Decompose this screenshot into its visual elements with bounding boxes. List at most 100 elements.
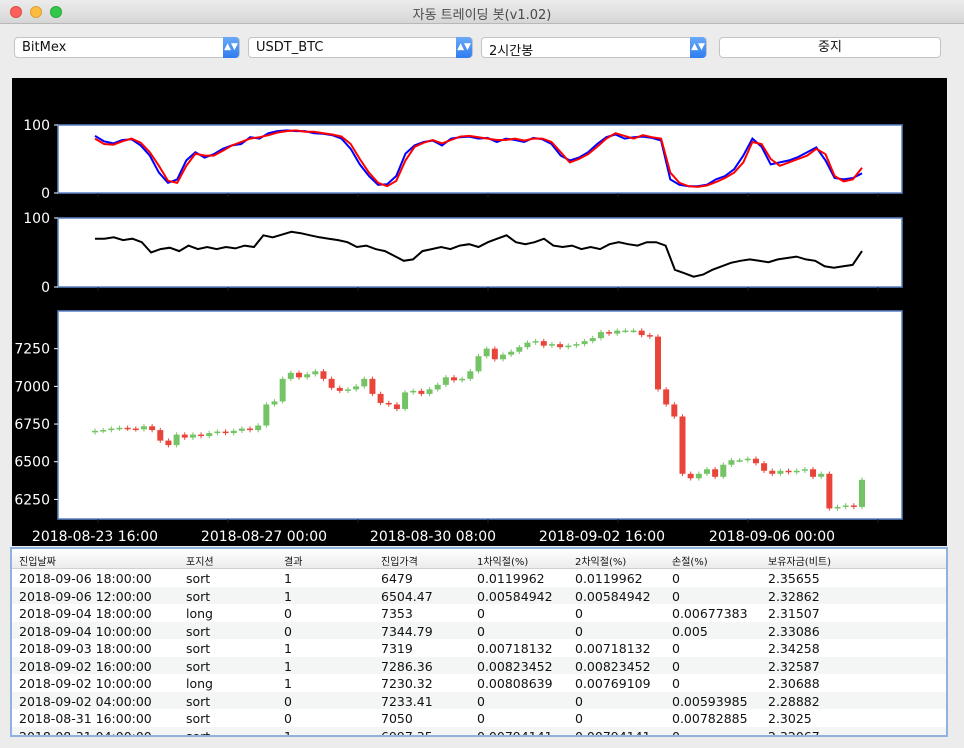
table-cell: 2018-09-06 18:00:00 <box>19 571 152 586</box>
chart-panel <box>57 310 903 520</box>
stop-button[interactable]: 중지 <box>719 37 941 58</box>
candle-body <box>606 332 613 334</box>
candle-body <box>826 473 833 509</box>
table-cell: 7050 <box>381 711 413 726</box>
column-header[interactable]: 진입날짜 <box>19 553 56 568</box>
candle-body <box>850 505 857 507</box>
table-cell: 0.00769109 <box>575 676 651 691</box>
table-cell: 2.32587 <box>768 658 820 674</box>
x-tick-label: 2018-08-23 16:00 <box>32 529 158 545</box>
table-cell: 2.30688 <box>768 676 820 691</box>
table-cell: 0.00718132 <box>477 641 553 656</box>
table-cell: 2018-09-04 18:00:00 <box>19 606 152 621</box>
candle-body <box>181 434 188 438</box>
table-cell: 0 <box>672 658 680 674</box>
column-header[interactable]: 손절(%) <box>672 553 708 568</box>
y-tick-label: 100 <box>23 118 50 134</box>
candle-body <box>769 470 776 474</box>
column-header[interactable]: 진입가격 <box>381 553 418 568</box>
candle-body <box>785 470 792 473</box>
candle-body <box>663 389 670 405</box>
candle-body <box>344 389 351 391</box>
candle-body <box>124 427 131 430</box>
candle-body <box>818 473 825 477</box>
table-cell: 0 <box>284 711 292 726</box>
candle-body <box>467 371 474 379</box>
candle-body <box>720 464 727 477</box>
table-cell: sort <box>186 728 211 737</box>
table-cell: 2.34258 <box>768 641 820 656</box>
pair-select-value: USDT_BTC <box>256 40 324 55</box>
candle-body <box>402 392 409 409</box>
candle-body <box>712 469 719 477</box>
x-tick-label: 2018-08-30 08:00 <box>370 529 496 545</box>
column-header[interactable]: 1차익절(%) <box>477 553 528 568</box>
table-row[interactable]: 2018-09-06 12:00:00 sort 1 6504.47 0.0058494… <box>12 586 946 604</box>
table-cell: 2.32067 <box>768 728 820 737</box>
table-cell: 0.0119962 <box>477 571 545 586</box>
candle-body <box>189 434 196 438</box>
candle-body <box>165 440 172 446</box>
candle-body <box>679 416 686 474</box>
table-row[interactable]: 2018-09-02 16:00:00 sort 1 7286.36 0.0082345… <box>12 656 946 674</box>
table-row[interactable]: 2018-08-31 04:00:00 sort 1 6997.35 0.0079414… <box>12 726 946 737</box>
table-row[interactable]: 2018-09-04 10:00:00 sort 0 7344.79 0 0 0.005 2.… <box>12 621 946 639</box>
table-cell: sort <box>186 641 211 656</box>
column-header[interactable]: 보유자금(비트) <box>768 553 831 568</box>
y-tick-label: 0 <box>41 186 50 202</box>
interval-select-value: 2시간봉 <box>489 44 534 59</box>
candle-body <box>459 378 466 381</box>
y-tick-label: 6250 <box>14 492 50 508</box>
table-row[interactable]: 2018-09-06 18:00:00 sort 1 6479 0.0119962 0.0… <box>12 569 946 587</box>
table-cell: 0 <box>477 693 485 709</box>
table-cell: 0 <box>575 711 583 726</box>
table-cell: 2.28882 <box>768 693 820 709</box>
column-header[interactable]: 포지션 <box>186 553 214 568</box>
candle-body <box>548 344 555 346</box>
candle-body <box>116 427 123 430</box>
table-cell: 6479 <box>381 571 413 586</box>
chart-area: 100 0 100 0 7250 7000 6750 6500 6250 2018-08-23 1… <box>12 78 947 546</box>
interval-select[interactable]: 2시간봉 ▲▼ <box>481 37 707 59</box>
table-cell: 2.31507 <box>768 606 820 621</box>
table-header: 진입날짜 포지션 결과 진입가격 1차익절(%) 2차익절(%) 손절(%) 보유자금(비트) <box>12 549 946 569</box>
table-cell: 0 <box>575 623 583 639</box>
candle-body <box>426 389 433 394</box>
trade-history-table[interactable]: 진입날짜 포지션 결과 진입가격 1차익절(%) 2차익절(%) 손절(%) 보유자금(비트)… <box>10 547 948 737</box>
candle-body <box>361 378 368 387</box>
table-row[interactable]: 2018-08-31 16:00:00 sort 0 7050 0 0 0.00782885… <box>12 709 946 727</box>
y-tick-label: 6750 <box>14 417 50 433</box>
candle-body <box>393 404 400 409</box>
y-tick-label: 7250 <box>14 342 50 358</box>
candle-body <box>140 426 147 430</box>
pair-select[interactable]: USDT_BTC ▲▼ <box>248 37 473 58</box>
candle-body <box>752 458 759 464</box>
select-arrows-icon: ▲▼ <box>223 37 239 58</box>
column-header[interactable]: 결과 <box>284 553 302 568</box>
exchange-select[interactable]: BitMex ▲▼ <box>14 37 240 58</box>
table-cell: 1 <box>284 676 292 691</box>
table-cell: sort <box>186 711 211 726</box>
table-cell: 0.00677383 <box>672 606 748 621</box>
candle-body <box>532 341 539 343</box>
column-header[interactable]: 2차익절(%) <box>575 553 626 568</box>
candle-body <box>100 430 107 432</box>
table-row[interactable]: 2018-09-02 04:00:00 sort 0 7233.41 0 0 0.00593… <box>12 691 946 709</box>
table-cell: 0.00794141 <box>477 728 553 737</box>
table-cell: sort <box>186 693 211 709</box>
table-cell: 2018-09-04 10:00:00 <box>19 623 152 639</box>
candle-body <box>475 356 482 372</box>
candle-body <box>149 426 156 431</box>
candle-body <box>834 506 841 509</box>
table-cell: 0.00808639 <box>477 676 553 691</box>
table-row[interactable]: 2018-09-04 18:00:00 long 0 7353 0 0 0.00677383… <box>12 604 946 622</box>
table-row[interactable]: 2018-09-03 18:00:00 sort 1 7319 0.00718132 0.… <box>12 639 946 657</box>
candle-body <box>728 460 735 465</box>
candle-body <box>198 434 205 437</box>
candle-body <box>132 428 139 431</box>
table-row[interactable]: 2018-09-02 10:00:00 long 1 7230.32 0.0080863… <box>12 674 946 692</box>
table-cell: 2018-08-31 04:00:00 <box>19 728 152 737</box>
candle-body <box>353 386 360 390</box>
table-cell: 0.00584942 <box>477 588 553 604</box>
candle-body <box>744 458 751 461</box>
